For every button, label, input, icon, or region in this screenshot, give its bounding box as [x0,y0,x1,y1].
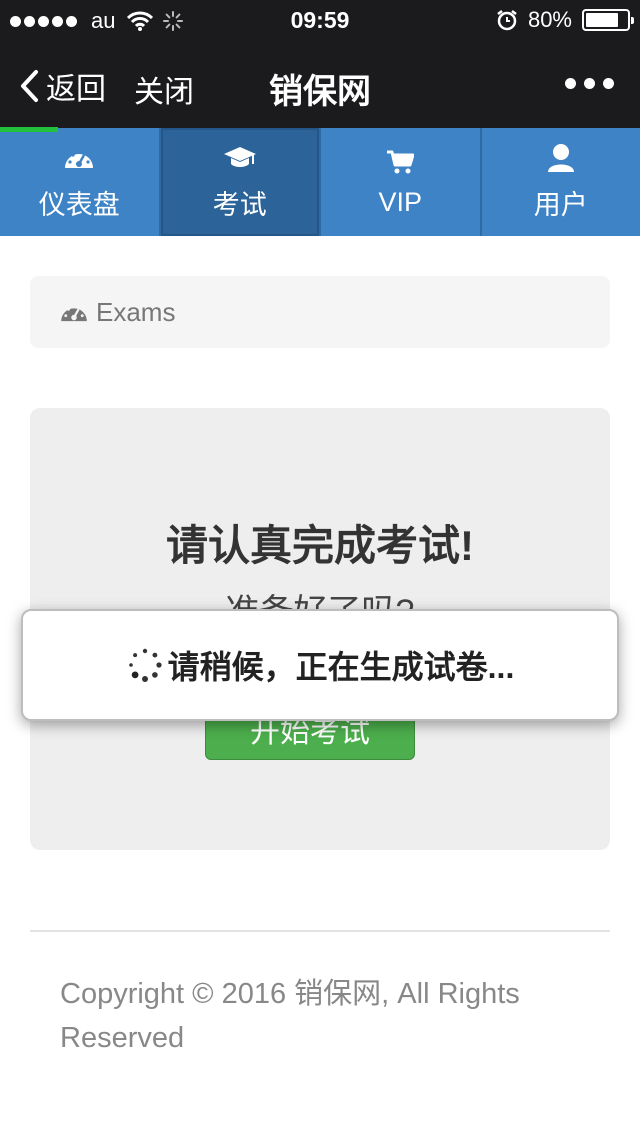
tab-vip[interactable]: VIP [321,128,482,236]
tab-label: 用户 [533,189,588,220]
loading-spinner-icon [128,648,162,682]
loading-toast: 请稍候，正在生成试卷... [21,609,619,721]
tab-label: 仪表盘 [38,189,120,220]
shopping-cart-icon [387,150,415,173]
battery-percent: 80% [527,7,572,32]
tab-label: VIP [378,186,423,217]
status-bar: au 09:59 80% [0,0,640,40]
loading-message: 请稍候，正在生成试卷... [167,649,515,685]
page-load-progress [0,127,58,132]
tab-bar: 仪表盘 考试 VIP 用户 [0,128,640,236]
divider [30,930,610,932]
tab-exams[interactable]: 考试 [160,128,321,236]
close-button[interactable]: 关闭 [134,67,194,111]
breadcrumb-label: Exams [96,296,176,327]
dashboard-gauge-icon [65,149,94,168]
tab-label: 考试 [212,189,267,220]
graduation-cap-icon [223,146,256,167]
tab-user[interactable]: 用户 [481,128,640,236]
dashboard-gauge-icon [61,305,87,322]
alarm-clock-icon [497,10,517,31]
tab-dashboard[interactable]: 仪表盘 [0,128,161,236]
exam-intro-title: 请认真完成考试! [166,522,474,569]
back-button[interactable]: 返回 [18,64,106,108]
battery-icon [582,9,634,31]
breadcrumb: Exams [30,276,610,348]
nav-bar: 返回 关闭 销保网 [0,40,640,128]
back-label: 返回 [46,73,106,106]
chevron-left-icon [21,70,38,102]
footer-copyright: Copyright © 2016 销保网, All Rights Reserve… [60,978,520,1054]
more-dots-icon[interactable] [565,78,614,89]
user-icon [547,143,574,172]
